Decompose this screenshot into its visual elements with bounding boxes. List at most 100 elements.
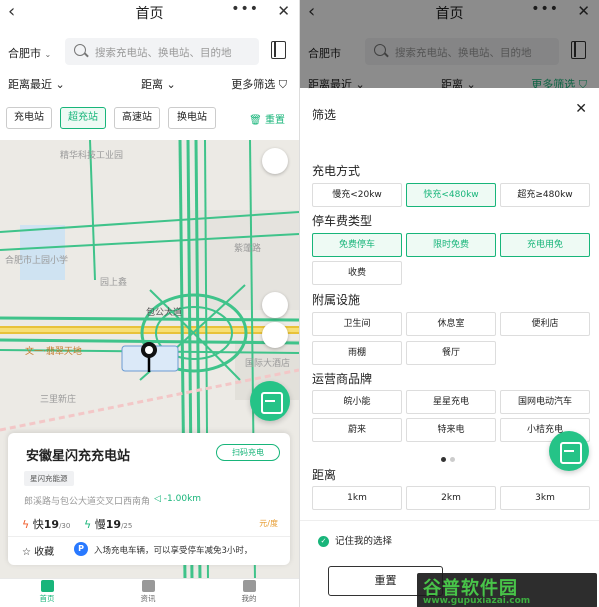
option-free-parking[interactable]: 免费停车 bbox=[312, 233, 402, 257]
favorite-label: 收藏 bbox=[34, 547, 55, 558]
option-distance-1km[interactable]: 1km bbox=[312, 486, 402, 510]
station-card[interactable]: 安徽星闪充充电站 扫码充电 星闪充能源 郎溪路与包公大道交叉口西南角 ◁ -1.… bbox=[8, 433, 290, 565]
nav-bar: ‹ 首页 ••• ✕ bbox=[0, 0, 299, 26]
map-label: 精华科技工业园 bbox=[60, 151, 124, 161]
sheet-footer: ✓ 记住我的选择 重置 谷普软件园 www.gupuxiazai.com bbox=[300, 520, 599, 607]
map-label: 合肥市上园小学 bbox=[5, 256, 69, 266]
remember-checkbox[interactable]: ✓ 记住我的选择 bbox=[318, 533, 392, 547]
city-name: 合肥市 bbox=[8, 47, 41, 60]
home-screen: ‹ 首页 ••• ✕ 合肥市 ⌄ 搜索充电站、换电站、目的地 距离最近 ⌄ 距离… bbox=[0, 0, 299, 607]
option-fast-charge[interactable]: 快充<480kw bbox=[406, 183, 496, 207]
list-icon[interactable] bbox=[262, 292, 288, 318]
remember-label: 记住我的选择 bbox=[335, 536, 393, 547]
map-label: 紫蓬路 bbox=[234, 244, 262, 254]
option-canopy[interactable]: 雨棚 bbox=[312, 341, 402, 365]
section-brand: 运营商品牌 bbox=[312, 372, 373, 386]
chip-battery-swap[interactable]: 换电站 bbox=[168, 107, 216, 129]
filter-sheet: 筛选 ✕ 充电方式 慢充<20kw 快充<480kw 超充≥480kw 停车费类… bbox=[300, 88, 599, 607]
option-restaurant[interactable]: 餐厅 bbox=[406, 341, 496, 365]
chevron-down-icon: ⌄ bbox=[44, 50, 52, 59]
favorite-button[interactable]: ☆ 收藏 bbox=[22, 543, 54, 558]
tab-profile[interactable]: 我的 bbox=[219, 580, 279, 604]
map-label: 园上鑫 bbox=[100, 278, 128, 288]
map-label: 文一·翡翠天地 bbox=[25, 347, 82, 357]
scan-charge-button[interactable]: 扫码充电 bbox=[216, 444, 280, 461]
close-icon[interactable]: ✕ bbox=[575, 101, 587, 117]
search-row: 合肥市 ⌄ 搜索充电站、换电站、目的地 bbox=[0, 36, 299, 68]
option-distance-2km[interactable]: 2km bbox=[406, 486, 496, 510]
section-distance: 距离 bbox=[312, 468, 337, 482]
more-filter-button[interactable]: 更多筛选 ⛉ bbox=[231, 76, 287, 92]
parking-icon: P bbox=[74, 542, 88, 556]
tab-profile-label: 我的 bbox=[241, 594, 257, 603]
city-selector[interactable]: 合肥市 ⌄ bbox=[8, 45, 51, 61]
station-type-chips: 充电站 超充站 高速站 换电站 🗑 重置 bbox=[0, 107, 299, 129]
fast-label: 快 bbox=[32, 518, 44, 531]
filter-screen: ‹ 首页 ••• ✕ 合肥市 搜索充电站、换电站、目的地 距离最近 ⌄ 距离 ⌄… bbox=[300, 0, 599, 607]
option-brand[interactable]: 星星充电 bbox=[406, 390, 496, 414]
sort-row: 距离最近 ⌄ 距离 ⌄ 更多筛选 ⛉ bbox=[0, 76, 299, 92]
option-store[interactable]: 便利店 bbox=[500, 312, 590, 336]
watermark-url: www.gupuxiazai.com bbox=[423, 596, 531, 606]
locate-icon[interactable] bbox=[262, 322, 288, 348]
fast-total: /30 bbox=[59, 522, 71, 530]
search-placeholder: 搜索充电站、换电站、目的地 bbox=[95, 47, 232, 59]
search-input[interactable]: 搜索充电站、换电站、目的地 bbox=[65, 38, 259, 65]
tab-bar: 首页 资讯 我的 bbox=[0, 578, 299, 607]
search-icon bbox=[74, 44, 86, 56]
fast-available: 19 bbox=[43, 518, 60, 531]
book-icon[interactable] bbox=[271, 41, 286, 59]
option-brand[interactable]: 蔚来 bbox=[312, 418, 402, 442]
sort-distance-nearest[interactable]: 距离最近 ⌄ bbox=[8, 76, 65, 92]
chip-charging-station[interactable]: 充电站 bbox=[6, 107, 52, 129]
option-time-limited-free[interactable]: 限时免费 bbox=[406, 233, 496, 257]
reset-button[interactable]: 🗑 重置 bbox=[249, 111, 285, 126]
slow-total: /25 bbox=[121, 522, 133, 530]
scan-button[interactable] bbox=[250, 381, 290, 421]
distance-value: -1.00km bbox=[163, 494, 202, 504]
dot bbox=[450, 457, 455, 462]
station-name: 安徽星闪充充电站 bbox=[26, 449, 131, 464]
watermark: 谷普软件园 www.gupuxiazai.com bbox=[417, 573, 597, 607]
parking-info: 入场充电车辆，可以享受停车减免3小时， bbox=[94, 546, 253, 556]
option-free-with-charging[interactable]: 充电用免 bbox=[500, 233, 590, 257]
chip-super-charging[interactable]: 超充站 bbox=[60, 107, 106, 129]
close-button[interactable]: ✕ bbox=[277, 2, 290, 20]
scan-button[interactable] bbox=[549, 431, 589, 471]
sort-distance[interactable]: 距离 ⌄ bbox=[141, 76, 176, 92]
map-label: 国际大酒店 bbox=[245, 359, 291, 369]
layers-button[interactable] bbox=[262, 148, 288, 174]
check-icon: ✓ bbox=[318, 536, 329, 547]
more-options-button[interactable]: ••• bbox=[231, 1, 259, 17]
price-unit: 元/度 bbox=[259, 519, 278, 528]
chip-highway-station[interactable]: 高速站 bbox=[114, 107, 160, 129]
map-label: 三里新庄 bbox=[40, 395, 77, 405]
slow-charger-count: ϟ 慢19/25 bbox=[84, 518, 133, 531]
station-address: 郎溪路与包公大道交叉口西南角 bbox=[24, 497, 151, 507]
section-parking-fee: 停车费类型 bbox=[312, 214, 373, 228]
option-brand[interactable]: 国网电动汽车 bbox=[500, 390, 590, 414]
fast-charger-count: ϟ 快19/30 bbox=[22, 518, 71, 531]
station-distance: ◁ -1.00km bbox=[154, 494, 202, 504]
section-facilities: 附属设施 bbox=[312, 293, 361, 307]
dim-overlay[interactable] bbox=[300, 0, 599, 88]
slow-label: 慢 bbox=[94, 518, 106, 531]
option-brand[interactable]: 特来电 bbox=[406, 418, 496, 442]
option-super-charge[interactable]: 超充≥480kw bbox=[500, 183, 590, 207]
divider bbox=[8, 536, 290, 537]
page-indicator bbox=[441, 452, 459, 465]
option-lounge[interactable]: 休息室 bbox=[406, 312, 496, 336]
home-icon bbox=[40, 580, 54, 592]
map-label: 包公大道 bbox=[146, 308, 183, 318]
filter-title: 筛选 bbox=[312, 108, 337, 122]
profile-icon bbox=[242, 580, 256, 592]
tab-news-label: 资讯 bbox=[140, 594, 156, 603]
option-slow-charge[interactable]: 慢充<20kw bbox=[312, 183, 402, 207]
tab-home[interactable]: 首页 bbox=[17, 580, 77, 604]
news-icon bbox=[141, 580, 155, 592]
option-restroom[interactable]: 卫生间 bbox=[312, 312, 402, 336]
option-brand[interactable]: 皖小能 bbox=[312, 390, 402, 414]
tab-news[interactable]: 资讯 bbox=[118, 580, 178, 604]
option-distance-3km[interactable]: 3km bbox=[500, 486, 590, 510]
option-paid-parking[interactable]: 收费 bbox=[312, 261, 402, 285]
